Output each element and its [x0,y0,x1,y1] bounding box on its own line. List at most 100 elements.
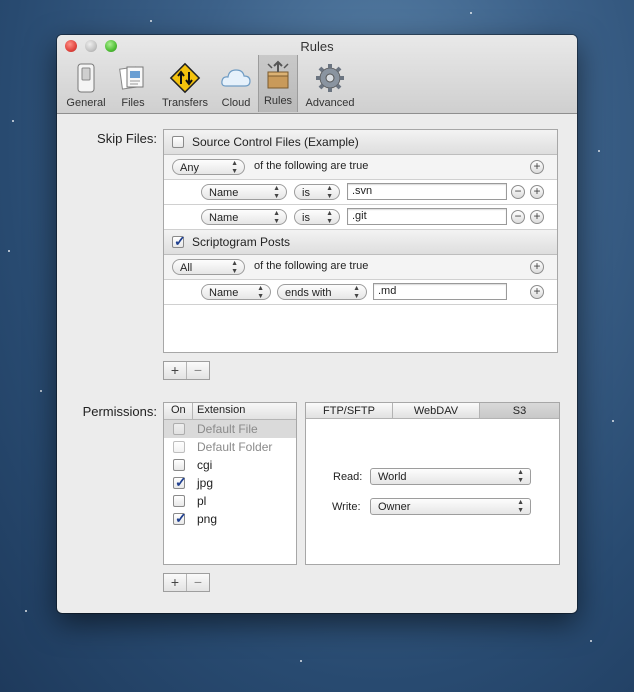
checkmark-icon: ✓ [175,474,187,490]
condition-value-field[interactable]: .md [373,283,507,300]
extension-name: jpg [197,476,214,490]
condition-value-field[interactable]: .git [347,208,507,225]
operator-value: ends with [285,287,332,299]
row-checkbox[interactable] [173,495,185,507]
remove-condition-button[interactable]: − [511,210,525,224]
add-condition-button[interactable]: + [530,285,544,299]
popup-arrows-icon: ▲ ▼ [231,260,238,275]
field-popup[interactable]: Name ▲ ▼ [201,284,271,300]
extension-name: cgi [197,458,213,472]
table-row[interactable]: Default Folder [164,438,296,456]
toolbar-files[interactable]: Files [113,57,153,111]
toolbar-cloud-label: Cloud [221,97,251,109]
extension-name: pl [197,494,207,508]
operator-value: is [302,212,310,224]
match-text: of the following are true [254,160,369,172]
popup-arrows-icon: ▲ ▼ [517,499,524,514]
remove-condition-button[interactable]: − [511,185,525,199]
operator-popup[interactable]: is ▲ ▼ [294,209,340,225]
toolbar-transfers-label: Transfers [161,97,209,109]
match-text: of the following are true [254,260,369,272]
toolbar-general[interactable]: General [63,57,109,111]
rule-header-scriptogram: ✓ Scriptogram Posts [164,230,557,255]
rule-enabled-checkbox[interactable] [172,136,184,148]
column-extension[interactable]: Extension [197,404,245,416]
field-value: Name [209,187,239,199]
row-checkbox[interactable] [173,459,185,471]
toolbar-advanced[interactable]: Advanced [300,57,360,111]
match-mode-value: Any [180,162,199,174]
tab-ftp-sftp[interactable]: FTP/SFTP [306,403,393,419]
table-row[interactable]: ✓ png [164,510,296,528]
condition-value-field[interactable]: .svn [347,183,507,200]
tab-webdav[interactable]: WebDAV [393,403,480,419]
row-checkbox[interactable] [173,441,185,453]
condition-row: Name ▲ ▼ is ▲ ▼ .svn − + [164,180,557,205]
permissions-table: On Extension Default File Default Folder… [163,402,297,565]
toolbar-transfers[interactable]: Transfers [157,57,213,111]
add-rule-button[interactable]: + [164,362,187,379]
write-label: Write: [332,501,361,513]
operator-value: is [302,187,310,199]
rule-name: Source Control Files (Example) [192,135,359,149]
table-row[interactable]: ✓ jpg [164,474,296,492]
row-checkbox[interactable]: ✓ [173,474,187,490]
match-mode-popup[interactable]: All ▲ ▼ [172,259,245,275]
popup-arrows-icon: ▲ ▼ [273,185,280,200]
extension-name: Default File [197,422,258,436]
table-row[interactable]: Default File [164,420,296,438]
add-condition-button[interactable]: + [530,260,544,274]
row-checkbox[interactable]: ✓ [173,510,187,526]
transfers-sign-icon [169,62,201,94]
match-mode-popup[interactable]: Any ▲ ▼ [172,159,245,175]
toolbar-rules[interactable]: Rules [258,55,298,112]
field-value: Name [209,212,239,224]
write-permission-popup[interactable]: Owner ▲ ▼ [370,498,531,515]
extension-name: Default Folder [197,440,273,454]
popup-arrows-icon: ▲ ▼ [326,185,333,200]
remove-rule-button[interactable]: − [187,362,209,379]
skip-files-add-remove: + − [163,361,210,380]
remove-extension-button[interactable]: − [187,574,209,591]
tab-s3[interactable]: S3 [480,403,559,419]
popup-arrows-icon: ▲ ▼ [353,285,360,300]
add-condition-button[interactable]: + [530,160,544,174]
toolbar-files-label: Files [121,97,145,109]
permissions-tab-view: FTP/SFTP WebDAV S3 Read: World ▲ ▼ Write: … [305,402,560,565]
field-popup[interactable]: Name ▲ ▼ [201,209,287,225]
field-popup[interactable]: Name ▲ ▼ [201,184,287,200]
popup-arrows-icon: ▲ ▼ [517,469,524,484]
gear-icon [314,62,346,94]
column-on[interactable]: On [171,404,186,416]
cloud-icon [220,62,252,94]
checkmark-icon: ✓ [174,233,186,249]
match-mode-value: All [180,262,193,274]
toolbar-rules-label: Rules [263,95,293,107]
checkmark-icon: ✓ [175,510,187,526]
permissions-add-remove: + − [163,573,210,592]
read-permission-popup[interactable]: World ▲ ▼ [370,468,531,485]
operator-popup[interactable]: is ▲ ▼ [294,184,340,200]
permissions-table-header: On Extension [164,403,296,420]
field-value: Name [209,287,239,299]
column-divider [192,403,193,419]
row-checkbox[interactable] [173,423,185,435]
toolbar-general-label: General [66,97,106,109]
toolbar-cloud[interactable]: Cloud [217,57,255,111]
table-row[interactable]: pl [164,492,296,510]
read-value: World [378,471,407,483]
add-extension-button[interactable]: + [164,574,187,591]
toolbar-advanced-label: Advanced [305,97,355,109]
popup-arrows-icon: ▲ ▼ [326,210,333,225]
add-condition-button[interactable]: + [530,210,544,224]
add-condition-button[interactable]: + [530,185,544,199]
window-toolbar: Rules General Files Transfers Cloud Rule… [57,35,577,114]
rules-box-icon [262,60,294,92]
window-title: Rules [300,39,334,54]
skip-files-rules-list: Source Control Files (Example) Any ▲ ▼ of … [163,129,558,353]
table-row[interactable]: cgi [164,456,296,474]
rule-match-row: All ▲ ▼ of the following are true + [164,255,557,280]
rule-enabled-checkbox[interactable]: ✓ [172,233,186,249]
rule-match-row: Any ▲ ▼ of the following are true + [164,155,557,180]
operator-popup[interactable]: ends with ▲ ▼ [277,284,367,300]
